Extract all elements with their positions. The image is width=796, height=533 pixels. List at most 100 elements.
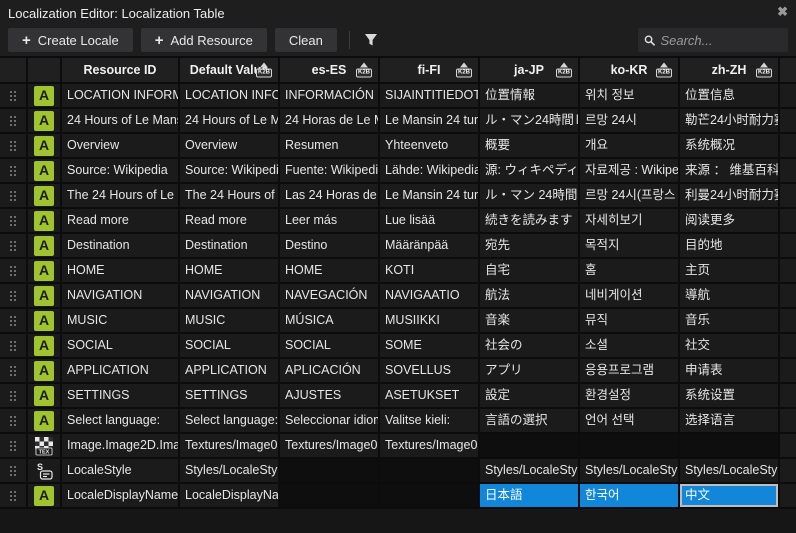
cell-es[interactable]: AJUSTES (280, 384, 380, 409)
cell-fi[interactable]: ASETUKSET (380, 384, 480, 409)
drag-handle[interactable] (0, 109, 28, 134)
cell-ko[interactable]: 한국어 (580, 484, 680, 509)
cell-ko[interactable]: 응용프로그램 (580, 359, 680, 384)
cell-fi[interactable]: NAVIGAATIO (380, 284, 480, 309)
column-header-fi[interactable]: fi-FIK2B (380, 58, 480, 84)
cell-zh[interactable]: 申请表 (680, 359, 780, 384)
column-header-default[interactable]: Default ValueK2B (180, 58, 280, 84)
cell-resource_id[interactable]: SETTINGS (62, 384, 180, 409)
cell-es[interactable]: Las 24 Horas de L (280, 184, 380, 209)
cell-es[interactable]: 24 Horas de Le M (280, 109, 380, 134)
cell-resource_id[interactable]: SOCIAL (62, 334, 180, 359)
drag-handle[interactable] (0, 234, 28, 259)
cell-default[interactable]: Read more (180, 209, 280, 234)
cell-fi[interactable]: Lue lisää (380, 209, 480, 234)
cell-resource_id[interactable]: Source: Wikipedia (62, 159, 180, 184)
cell-es[interactable]: APLICACIÓN (280, 359, 380, 384)
cell-es[interactable]: Seleccionar idiom (280, 409, 380, 434)
column-header-ja[interactable]: ja-JPK2B (480, 58, 580, 84)
cell-ko[interactable]: 언어 선택 (580, 409, 680, 434)
cell-default[interactable]: 24 Hours of Le Ma (180, 109, 280, 134)
cell-ko[interactable]: 자세히보기 (580, 209, 680, 234)
cell-es[interactable] (280, 484, 380, 509)
cell-default[interactable]: NAVIGATION (180, 284, 280, 309)
drag-handle[interactable] (0, 484, 28, 509)
cell-default[interactable]: MUSIC (180, 309, 280, 334)
cell-zh[interactable]: 主页 (680, 259, 780, 284)
k2b-export-icon[interactable]: K2B (454, 63, 474, 78)
cell-fi[interactable]: Yhteenveto (380, 134, 480, 159)
cell-resource_id[interactable]: MUSIC (62, 309, 180, 334)
cell-ko[interactable] (580, 434, 680, 459)
create-locale-button[interactable]: + Create Locale (8, 28, 133, 52)
cell-fi[interactable]: Lähde: Wikipedia (380, 159, 480, 184)
cell-es[interactable]: SOCIAL (280, 334, 380, 359)
cell-fi[interactable]: MUSIIKKI (380, 309, 480, 334)
cell-fi[interactable] (380, 459, 480, 484)
cell-resource_id[interactable]: LOCATION INFORMAT (62, 84, 180, 109)
cell-zh[interactable]: 社交 (680, 334, 780, 359)
drag-handle[interactable] (0, 209, 28, 234)
cell-fi[interactable]: Le Mansin 24 tunn (380, 184, 480, 209)
cell-ja[interactable]: ル・マン24時間レース (480, 109, 580, 134)
cell-fi[interactable] (380, 484, 480, 509)
drag-handle[interactable] (0, 359, 28, 384)
cell-default[interactable]: HOME (180, 259, 280, 284)
cell-es[interactable]: Resumen (280, 134, 380, 159)
cell-resource_id[interactable]: Image.Image2D.Imag (62, 434, 180, 459)
cell-ko[interactable]: 르망 24시 (580, 109, 680, 134)
cell-zh[interactable]: 位置信息 (680, 84, 780, 109)
cell-resource_id[interactable]: Select language: (62, 409, 180, 434)
drag-handle[interactable] (0, 259, 28, 284)
cell-fi[interactable]: SOME (380, 334, 480, 359)
cell-es[interactable]: HOME (280, 259, 380, 284)
k2b-export-icon[interactable]: K2B (754, 63, 774, 78)
cell-fi[interactable]: SOVELLUS (380, 359, 480, 384)
clean-button[interactable]: Clean (275, 28, 337, 52)
cell-fi[interactable]: Textures/Image03 (380, 434, 480, 459)
drag-handle[interactable] (0, 184, 28, 209)
cell-default[interactable]: Destination (180, 234, 280, 259)
cell-ko[interactable]: 자료제공 : Wikipe (580, 159, 680, 184)
column-header-zh[interactable]: zh-ZHK2B (680, 58, 780, 84)
k2b-export-icon[interactable]: K2B (554, 63, 574, 78)
cell-ja[interactable]: 源: ウィキペディア (480, 159, 580, 184)
cell-ja[interactable]: Styles/LocaleStyle (480, 459, 580, 484)
cell-fi[interactable]: Määränpää (380, 234, 480, 259)
cell-default[interactable]: APPLICATION (180, 359, 280, 384)
cell-zh[interactable]: 阅读更多 (680, 209, 780, 234)
cell-ja[interactable]: 音楽 (480, 309, 580, 334)
cell-zh[interactable]: 音乐 (680, 309, 780, 334)
cell-es[interactable]: Textures/Image02 (280, 434, 380, 459)
cell-fi[interactable]: SIJAINTITIEDOT (380, 84, 480, 109)
drag-handle[interactable] (0, 334, 28, 359)
cell-default[interactable]: LocaleDisplayNam (180, 484, 280, 509)
cell-fi[interactable]: KOTI (380, 259, 480, 284)
k2b-export-icon[interactable]: K2B (254, 63, 274, 78)
search-box[interactable] (638, 28, 788, 52)
cell-default[interactable]: Overview (180, 134, 280, 159)
cell-ja[interactable]: 続きを読みます (480, 209, 580, 234)
cell-ja[interactable]: 言語の選択 (480, 409, 580, 434)
k2b-export-icon[interactable]: K2B (654, 63, 674, 78)
drag-handle[interactable] (0, 284, 28, 309)
cell-resource_id[interactable]: NAVIGATION (62, 284, 180, 309)
cell-zh[interactable] (680, 434, 780, 459)
cell-es[interactable]: Destino (280, 234, 380, 259)
cell-ja[interactable]: 日本語 (480, 484, 580, 509)
cell-zh[interactable]: 中文 (680, 484, 780, 509)
cell-ko[interactable]: 개요 (580, 134, 680, 159)
cell-zh[interactable]: 系统概况 (680, 134, 780, 159)
cell-resource_id[interactable]: Destination (62, 234, 180, 259)
cell-ko[interactable]: 뮤직 (580, 309, 680, 334)
cell-zh[interactable]: 勒芒24小时耐力赛 (680, 109, 780, 134)
cell-zh[interactable]: 选择语言 (680, 409, 780, 434)
cell-resource_id[interactable]: LocaleDisplayName (62, 484, 180, 509)
cell-zh[interactable]: 利曼24小时耐力赛 (680, 184, 780, 209)
cell-es[interactable]: Leer más (280, 209, 380, 234)
cell-ja[interactable] (480, 434, 580, 459)
cell-es[interactable]: Fuente: Wikipedia (280, 159, 380, 184)
cell-zh[interactable]: 系统设置 (680, 384, 780, 409)
cell-es[interactable]: MÚSICA (280, 309, 380, 334)
column-header-es[interactable]: es-ESK2B (280, 58, 380, 84)
